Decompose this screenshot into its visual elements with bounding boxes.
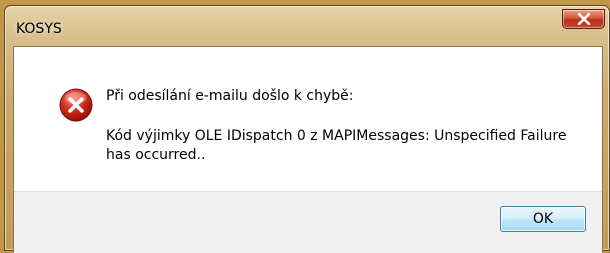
dialog-client-area: Při odesílání e-mailu došlo k chybě: Kód… [13,46,603,253]
error-icon [58,87,94,123]
close-button[interactable] [562,9,605,29]
dialog-window: KOSYS Při odesílání e-mailu došlo k chyb… [4,5,610,253]
error-heading: Při odesílání e-mailu došlo k chybě: [106,88,354,104]
ok-button[interactable]: OK [500,206,586,232]
message-area: Při odesílání e-mailu došlo k chybě: Kód… [14,47,602,191]
button-bar: OK [14,191,602,253]
title-bar[interactable]: KOSYS [5,6,609,46]
window-title: KOSYS [16,21,62,37]
close-icon [577,13,591,25]
error-message: Kód výjimky OLE IDispatch 0 z MAPIMessag… [106,128,567,163]
